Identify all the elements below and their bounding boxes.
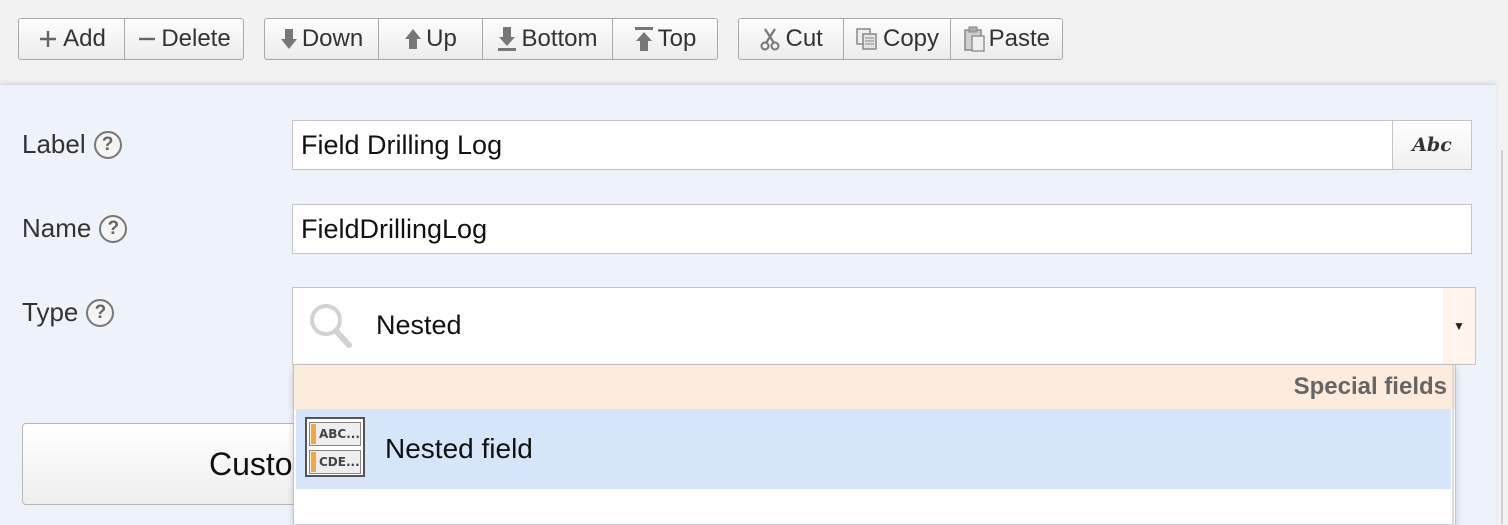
- name-field-caption: Name ?: [22, 213, 128, 244]
- label-format-button[interactable]: Abc: [1392, 120, 1472, 170]
- move-top-button[interactable]: Top: [612, 19, 717, 59]
- label-input-value: Field Drilling Log: [301, 129, 503, 160]
- nested-icon-row-2: CDE...: [309, 450, 361, 474]
- minus-icon: [137, 28, 157, 50]
- edit-toolbar-group: Add Delete: [18, 18, 244, 60]
- custom-button-label: Custo: [209, 445, 293, 482]
- special-fields-group-header: Special fields: [294, 365, 1455, 409]
- group-header-label: Special fields: [1293, 373, 1447, 400]
- cut-label: Cut: [785, 25, 823, 52]
- arrow-up-icon: [404, 27, 422, 51]
- search-icon: [307, 301, 355, 356]
- delete-button[interactable]: Delete: [124, 19, 243, 59]
- cut-button[interactable]: Cut: [739, 19, 843, 59]
- nested-icon-row-1: ABC...: [309, 422, 361, 446]
- top-label: Top: [657, 25, 697, 52]
- move-down-button[interactable]: Down: [265, 19, 378, 59]
- add-label: Add: [63, 25, 106, 52]
- copy-button[interactable]: Copy: [843, 19, 949, 59]
- arrow-down-icon: [280, 27, 298, 51]
- chevron-down-icon[interactable]: ▼: [1443, 288, 1475, 364]
- panel-scrollbar[interactable]: [1501, 150, 1503, 524]
- option-label: Nested field: [385, 433, 533, 464]
- move-bottom-button[interactable]: Bottom: [482, 19, 612, 59]
- arrow-to-bottom-icon: [497, 26, 517, 52]
- type-search-input[interactable]: Nested: [376, 310, 462, 341]
- name-input-value: FieldDrillingLog: [301, 213, 488, 244]
- label-field-caption: Label ?: [22, 129, 122, 160]
- nested-field-icon: ABC... CDE...: [305, 417, 365, 477]
- paste-label: Paste: [988, 25, 1051, 52]
- label-input[interactable]: Field Drilling Log: [292, 120, 1393, 170]
- name-help-icon[interactable]: ?: [99, 214, 128, 243]
- name-input[interactable]: FieldDrillingLog: [292, 204, 1472, 254]
- down-label: Down: [301, 25, 364, 52]
- option-nested-field[interactable]: ABC... CDE... Nested field: [296, 409, 1451, 489]
- type-field-caption: Type ?: [22, 297, 115, 328]
- copy-label: Copy: [883, 25, 940, 52]
- type-select[interactable]: Nested ▼: [292, 287, 1476, 365]
- move-up-button[interactable]: Up: [378, 19, 482, 59]
- label-caption-text: Label: [22, 129, 86, 159]
- type-help-icon[interactable]: ?: [86, 298, 115, 327]
- custom-button[interactable]: Custo: [22, 423, 322, 505]
- label-help-icon[interactable]: ?: [93, 130, 122, 159]
- name-caption-text: Name: [22, 213, 92, 243]
- clipboard-toolbar-group: Cut Copy Paste: [738, 18, 1063, 60]
- add-button[interactable]: Add: [19, 19, 124, 59]
- paste-icon: [963, 26, 985, 52]
- up-label: Up: [426, 25, 457, 52]
- bottom-label: Bottom: [521, 25, 598, 52]
- move-toolbar-group: Down Up Bottom Top: [264, 18, 718, 60]
- arrow-to-top-icon: [634, 26, 654, 52]
- scissors-icon: [759, 27, 781, 51]
- plus-icon: [37, 28, 59, 50]
- type-dropdown-list: Special fields ABC... CDE... Nested fiel…: [293, 365, 1456, 524]
- dropdown-scrollbar[interactable]: [1452, 365, 1454, 524]
- paste-button[interactable]: Paste: [949, 19, 1062, 59]
- type-caption-text: Type: [22, 297, 79, 327]
- copy-icon: [855, 27, 879, 51]
- delete-label: Delete: [161, 25, 231, 52]
